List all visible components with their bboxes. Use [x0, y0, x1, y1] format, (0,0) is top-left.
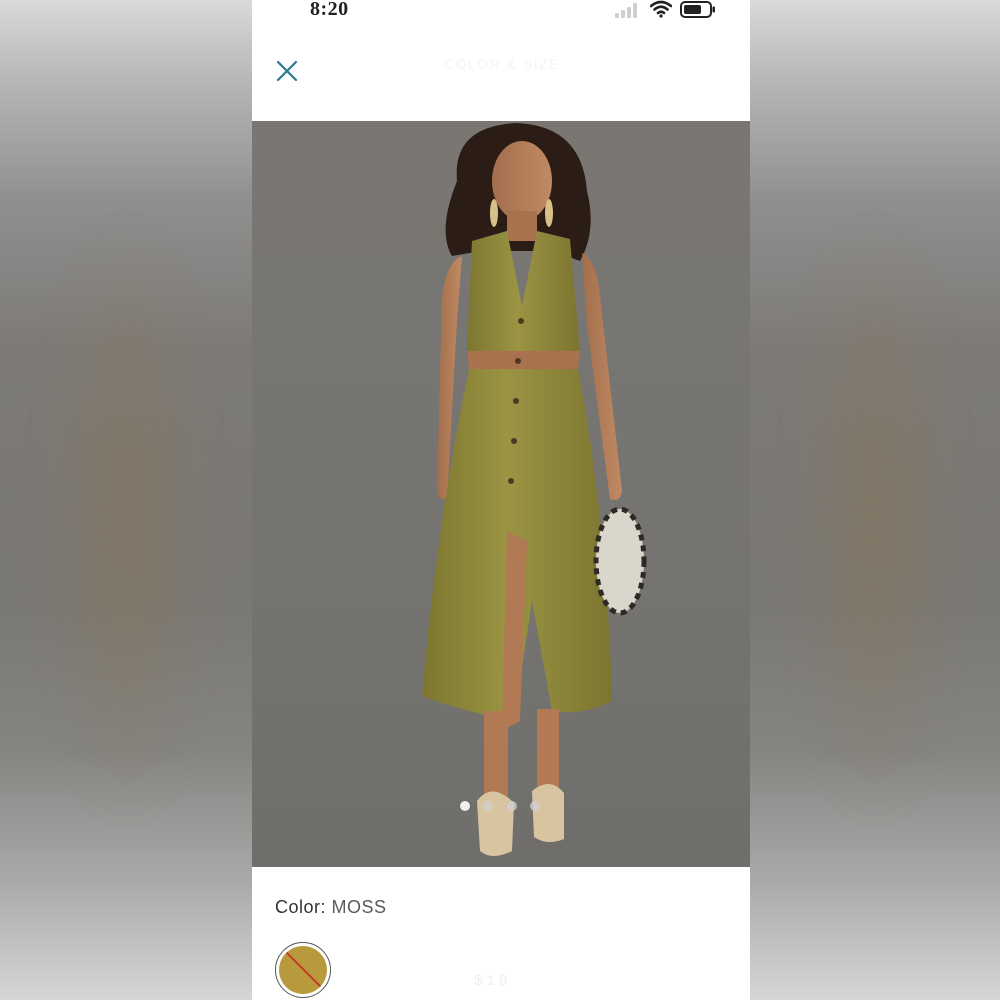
- color-label: Color:: [275, 897, 327, 917]
- header-title: COLOR & SIZE: [443, 56, 561, 72]
- battery-icon: [680, 1, 715, 18]
- phone-screen: 8:20 COLOR & SIZE Color: MOSS $ 1 8: [252, 0, 750, 1000]
- background-blur-right: [750, 0, 1000, 1000]
- carousel-dot[interactable]: [460, 801, 470, 811]
- model-photo: [422, 123, 647, 856]
- swatch-unavailable-icon: [279, 946, 327, 994]
- price-ghost: $ 1 8: [474, 972, 508, 989]
- carousel-dots: [460, 801, 540, 813]
- product-image[interactable]: [252, 121, 750, 867]
- status-bar: 8:20: [252, 0, 750, 22]
- wifi-icon: [650, 0, 672, 18]
- close-icon: [276, 60, 298, 82]
- header: COLOR & SIZE: [252, 40, 750, 100]
- carousel-dot[interactable]: [529, 801, 540, 811]
- color-selection-row: Color: MOSS: [275, 897, 387, 918]
- color-value: MOSS: [331, 897, 387, 917]
- carousel-dot[interactable]: [506, 801, 517, 811]
- color-swatch-moss[interactable]: [275, 942, 331, 998]
- cellular-signal-icon: [615, 3, 637, 18]
- background-blur-left: [0, 0, 252, 1000]
- status-time: 8:20: [310, 0, 349, 20]
- carousel-dot[interactable]: [483, 801, 494, 811]
- close-button[interactable]: [272, 56, 302, 86]
